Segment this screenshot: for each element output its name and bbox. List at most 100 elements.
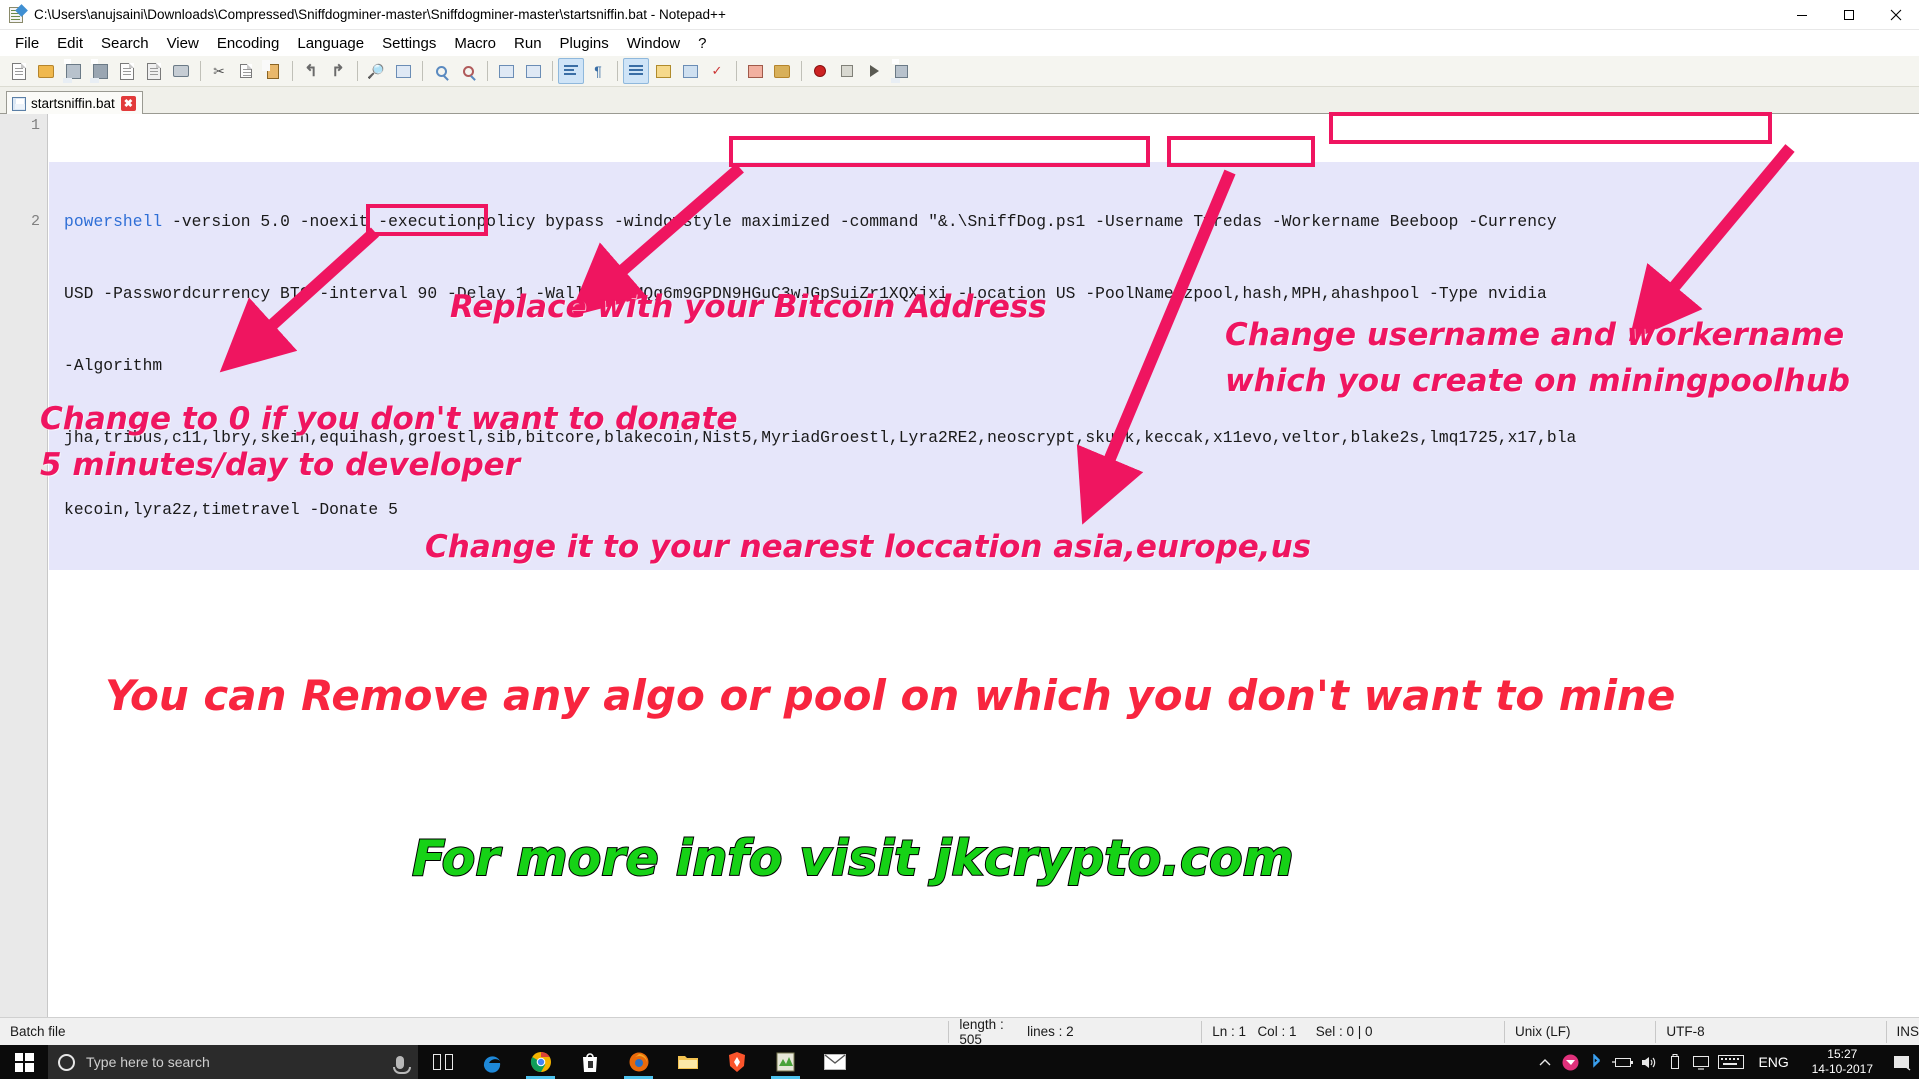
menu-help[interactable]: ? [689,33,715,54]
menu-search[interactable]: Search [92,33,158,54]
volume-icon[interactable] [1636,1045,1662,1079]
macro-stop-icon[interactable] [834,58,860,84]
clock-time: 15:27 [1827,1047,1858,1061]
status-length: length : 505 [959,1016,1004,1047]
toolbar-separator [736,61,737,81]
code-text-segment: kecoin,lyra2z,timetravel -Donate 5 [64,500,398,519]
usb-icon[interactable] [1662,1045,1688,1079]
notepad-plus-plus-taskbar-icon[interactable] [761,1045,810,1079]
cortana-circle-icon [58,1053,75,1071]
minimize-button[interactable] [1778,0,1825,30]
display-icon[interactable] [1688,1045,1714,1079]
clock[interactable]: 15:27 14-10-2017 [1800,1047,1885,1077]
menu-plugins[interactable]: Plugins [551,33,618,54]
close-button[interactable] [1872,0,1919,30]
menu-edit[interactable]: Edit [48,33,92,54]
tab-startsniffin-bat[interactable]: startsniffin.bat ✖ [6,91,143,115]
menu-encoding[interactable]: Encoding [208,33,289,54]
maximize-button[interactable] [1825,0,1872,30]
store-icon[interactable] [565,1045,614,1079]
undo-icon[interactable]: ↰ [298,58,324,84]
language-indicator[interactable]: ENG [1748,1045,1800,1079]
action-center-icon[interactable] [1885,1045,1919,1079]
sync-vertical-icon[interactable] [493,58,519,84]
microphone-icon[interactable] [393,1055,411,1074]
edge-icon[interactable] [467,1045,516,1079]
code-text-segment: -Algorithm [64,356,163,375]
code-line-wrap-1: powershell -version 5.0 -noexit -executi… [49,210,1919,234]
line-number: 2 [30,213,40,230]
chrome-icon[interactable] [516,1045,565,1079]
show-hidden-icons-chevron[interactable] [1532,1045,1558,1079]
title-bar: C:\Users\anujsaini\Downloads\Compressed\… [0,0,1919,30]
system-tray: ENG 15:27 14-10-2017 [1532,1045,1919,1079]
firefox-icon[interactable] [614,1045,663,1079]
close-file-icon[interactable] [114,58,140,84]
menu-settings[interactable]: Settings [373,33,445,54]
menu-file[interactable]: File [6,33,48,54]
status-encoding: UTF-8 [1666,1024,1705,1039]
battery-icon[interactable] [1610,1045,1636,1079]
status-bar: Batch file length : 505 lines : 2 Ln : 1… [0,1016,1919,1047]
menu-macro[interactable]: Macro [445,33,505,54]
show-all-chars-icon[interactable]: ¶ [585,58,611,84]
hangouts-icon[interactable] [1558,1045,1584,1079]
find-icon[interactable]: 🔎 [363,58,389,84]
redo-icon[interactable]: ↱ [325,58,351,84]
macro-record-icon[interactable] [807,58,833,84]
toolbar-separator [292,61,293,81]
open-file-icon[interactable] [33,58,59,84]
macro-play-icon[interactable] [861,58,887,84]
indent-guide-icon[interactable] [623,58,649,84]
menu-language[interactable]: Language [288,33,373,54]
status-ln: Ln : 1 [1212,1024,1247,1039]
function-list-icon[interactable] [742,58,768,84]
status-eol: Unix (LF) [1514,1024,1571,1039]
toolbar-separator [200,61,201,81]
close-all-icon[interactable] [141,58,167,84]
menu-bar: File Edit Search View Encoding Language … [0,30,1919,56]
line-number: 1 [30,117,40,134]
zoom-in-icon[interactable] [428,58,454,84]
taskbar-apps [418,1045,859,1079]
mail-icon[interactable] [810,1045,859,1079]
print-icon[interactable] [168,58,194,84]
new-file-icon[interactable] [6,58,32,84]
macro-save-icon[interactable] [888,58,914,84]
document-map-icon[interactable]: ✓ [704,58,730,84]
notepad-plus-plus-icon [8,3,28,24]
start-button[interactable] [0,1045,48,1079]
line-number-gutter: 1 2 [0,114,48,1017]
file-explorer-icon[interactable] [663,1045,712,1079]
word-wrap-icon[interactable] [558,58,584,84]
folder-as-workspace-icon[interactable] [769,58,795,84]
code-text-segment: -version 5.0 -noexit -executionpolicy by… [162,212,1557,231]
sync-horizontal-icon[interactable] [520,58,546,84]
zoom-out-icon[interactable] [455,58,481,84]
user-defined-dialog-icon[interactable] [677,58,703,84]
search-placeholder: Type here to search [86,1054,210,1070]
tab-label: startsniffin.bat [31,96,115,111]
toolbar-separator [552,61,553,81]
copy-icon[interactable] [233,58,259,84]
replace-icon[interactable] [390,58,416,84]
ui-contrast-icon[interactable] [650,58,676,84]
toolbar: ✂ ↰ ↱ 🔎 ¶ ✓ [0,56,1919,87]
status-lines: lines : 2 [1027,1024,1074,1039]
save-all-icon[interactable] [87,58,113,84]
cut-icon[interactable]: ✂ [206,58,232,84]
menu-window[interactable]: Window [618,33,689,54]
task-view-icon[interactable] [418,1045,467,1079]
keyboard-icon[interactable] [1714,1045,1748,1079]
status-file-type: Batch file [10,1024,66,1039]
save-icon[interactable] [60,58,86,84]
callout-username-workername-line1: Change username and workername [1225,317,1845,353]
bluetooth-icon[interactable] [1584,1045,1610,1079]
paste-icon[interactable] [260,58,286,84]
menu-view[interactable]: View [158,33,208,54]
brave-icon[interactable] [712,1045,761,1079]
tab-close-icon[interactable]: ✖ [120,96,136,111]
menu-run[interactable]: Run [505,33,551,54]
search-input[interactable]: Type here to search [48,1045,418,1079]
callout-remove-algo: You can Remove any algo or pool on which… [105,671,1676,720]
